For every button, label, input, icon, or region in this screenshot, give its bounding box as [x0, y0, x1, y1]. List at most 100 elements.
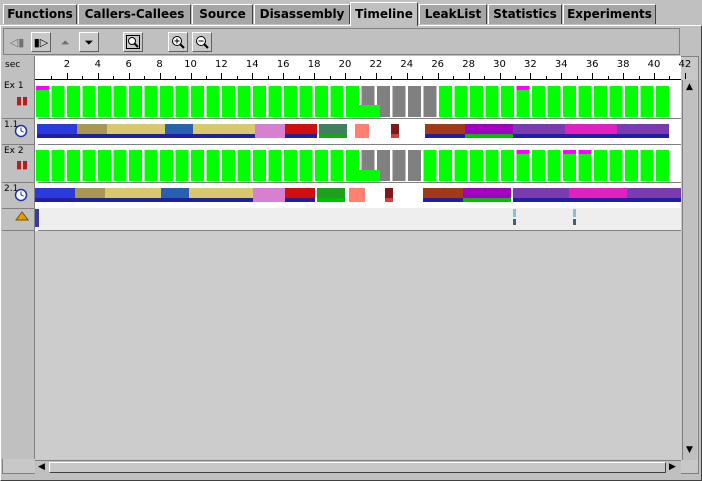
callstack-segment — [617, 134, 669, 138]
lock-sample — [36, 86, 49, 90]
ruler-tick — [82, 76, 84, 79]
step-down-button[interactable]: ⏷ — [79, 32, 99, 52]
heap-event — [513, 209, 516, 217]
lock-sample — [516, 150, 530, 154]
ruler-tick-label: 22 — [369, 59, 383, 70]
tab-experiments[interactable]: Experiments — [563, 4, 656, 24]
zoom-in-button[interactable] — [168, 32, 188, 52]
timeline-empty-area — [35, 231, 681, 459]
heap-track — [35, 208, 681, 230]
scroll-left-icon[interactable]: ◀ — [38, 463, 45, 472]
cpu-sample — [51, 150, 65, 181]
timeline-toolbar: ◁▮ ▮▷ ⏶ ⏷ — [3, 28, 680, 55]
cpu-sample — [175, 150, 189, 181]
ruler-tick — [669, 76, 671, 79]
cpu-sample — [357, 105, 380, 117]
cpu-sample — [330, 150, 344, 181]
tab-timeline[interactable]: Timeline — [350, 2, 418, 26]
callstack-segment — [425, 134, 465, 138]
clock-icon — [14, 188, 28, 202]
callstack-segment — [385, 198, 393, 202]
ruler-tick — [51, 76, 53, 79]
ruler-tick — [592, 73, 594, 79]
ruler-tick-label: 32 — [524, 59, 537, 70]
zoom-out-button[interactable] — [192, 32, 212, 52]
cpu-sample — [578, 86, 592, 117]
idle-sample — [392, 86, 406, 117]
tab-callers-callees[interactable]: Callers-Callees — [78, 4, 191, 24]
ruler-tick — [545, 76, 547, 79]
cpu-sample — [129, 150, 142, 181]
cpu-sample — [454, 150, 468, 181]
cpu-sample — [67, 150, 80, 181]
ruler-tick — [561, 73, 563, 79]
callstack-segment — [569, 188, 627, 198]
ruler-tick — [314, 73, 316, 79]
timeline-tracks[interactable] — [35, 80, 681, 231]
vertical-scrollbar[interactable]: ▲ ▼ — [682, 80, 697, 460]
horizontal-scrollbar[interactable]: ◀ ▶ — [35, 460, 681, 474]
callstack-segment — [355, 124, 369, 134]
callstack-segment — [375, 188, 385, 198]
callstack-segment — [513, 188, 569, 198]
ruler-tick — [576, 76, 578, 79]
ruler-tick — [422, 76, 424, 79]
ruler-tick — [607, 76, 609, 79]
scroll-up-icon[interactable]: ▲ — [686, 83, 693, 92]
tab-statistics[interactable]: Statistics — [488, 4, 562, 24]
tab-source[interactable]: Source — [192, 4, 253, 24]
scrollbar-thumb[interactable] — [49, 462, 666, 473]
ruler-tick — [236, 76, 238, 79]
tab-leaklist[interactable]: LeakList — [419, 4, 487, 24]
ruler-tick-label: 36 — [585, 59, 599, 70]
cpu-sample — [423, 150, 437, 181]
tab-functions[interactable]: Functions — [3, 4, 77, 24]
reset-zoom-button[interactable] — [123, 32, 143, 52]
cpu-sample — [268, 86, 282, 117]
time-ruler[interactable]: 2 4 6 8 10 12 14 16 18 20 22 24 26 28 30 32 34 36 38 40 42 — [35, 56, 691, 80]
callstack-segment — [565, 134, 617, 138]
ruler-tick-label: 2 — [63, 59, 71, 70]
step-back-button[interactable]: ◁▮ — [7, 32, 27, 52]
cpu-sample — [268, 150, 282, 181]
step-up-button[interactable]: ⏶ — [55, 32, 75, 52]
tab-disassembly[interactable]: Disassembly — [254, 4, 350, 24]
cpu-sample — [36, 150, 49, 181]
ruler-tick-label: 20 — [338, 59, 352, 70]
callstack-segment — [463, 198, 511, 202]
callstack-segment — [391, 124, 399, 134]
ruler-tick — [391, 76, 393, 79]
cpu-sample — [82, 86, 96, 117]
cpu-sample — [98, 150, 111, 181]
callstack-segment — [107, 134, 165, 138]
callstack-segment — [349, 198, 365, 202]
ruler-tick-label: 42 — [678, 59, 692, 70]
cpu-sample — [36, 86, 49, 117]
cpu-sample — [253, 86, 266, 117]
cpu-sample — [609, 86, 623, 117]
callstack-segment — [105, 188, 161, 198]
ruler-tick — [530, 73, 532, 79]
ruler-tick — [252, 73, 254, 79]
ruler-tick-label: 14 — [245, 59, 259, 70]
ruler-tick — [97, 73, 99, 79]
callstack-segment — [627, 188, 681, 198]
step-forward-button[interactable]: ▮▷ — [31, 32, 51, 52]
callstack-segment — [285, 198, 315, 202]
callstack-segment — [405, 134, 413, 138]
callstack-segment — [189, 198, 253, 202]
cpu-sample — [578, 150, 592, 181]
ruler-tick — [345, 73, 346, 79]
cpu-sample — [594, 86, 607, 117]
cpu-sample — [357, 170, 380, 181]
callstack-segment — [75, 198, 105, 202]
ruler-tick — [484, 76, 486, 79]
cpu-sample — [191, 150, 204, 181]
ruler-tick — [406, 73, 408, 79]
cpu-sample — [284, 150, 297, 181]
scroll-down-icon[interactable]: ▼ — [686, 446, 693, 455]
ruler-tick — [159, 73, 161, 79]
scroll-right-icon[interactable]: ▶ — [669, 463, 676, 472]
cpu-sample — [625, 150, 638, 181]
callstack-segment — [77, 134, 107, 138]
